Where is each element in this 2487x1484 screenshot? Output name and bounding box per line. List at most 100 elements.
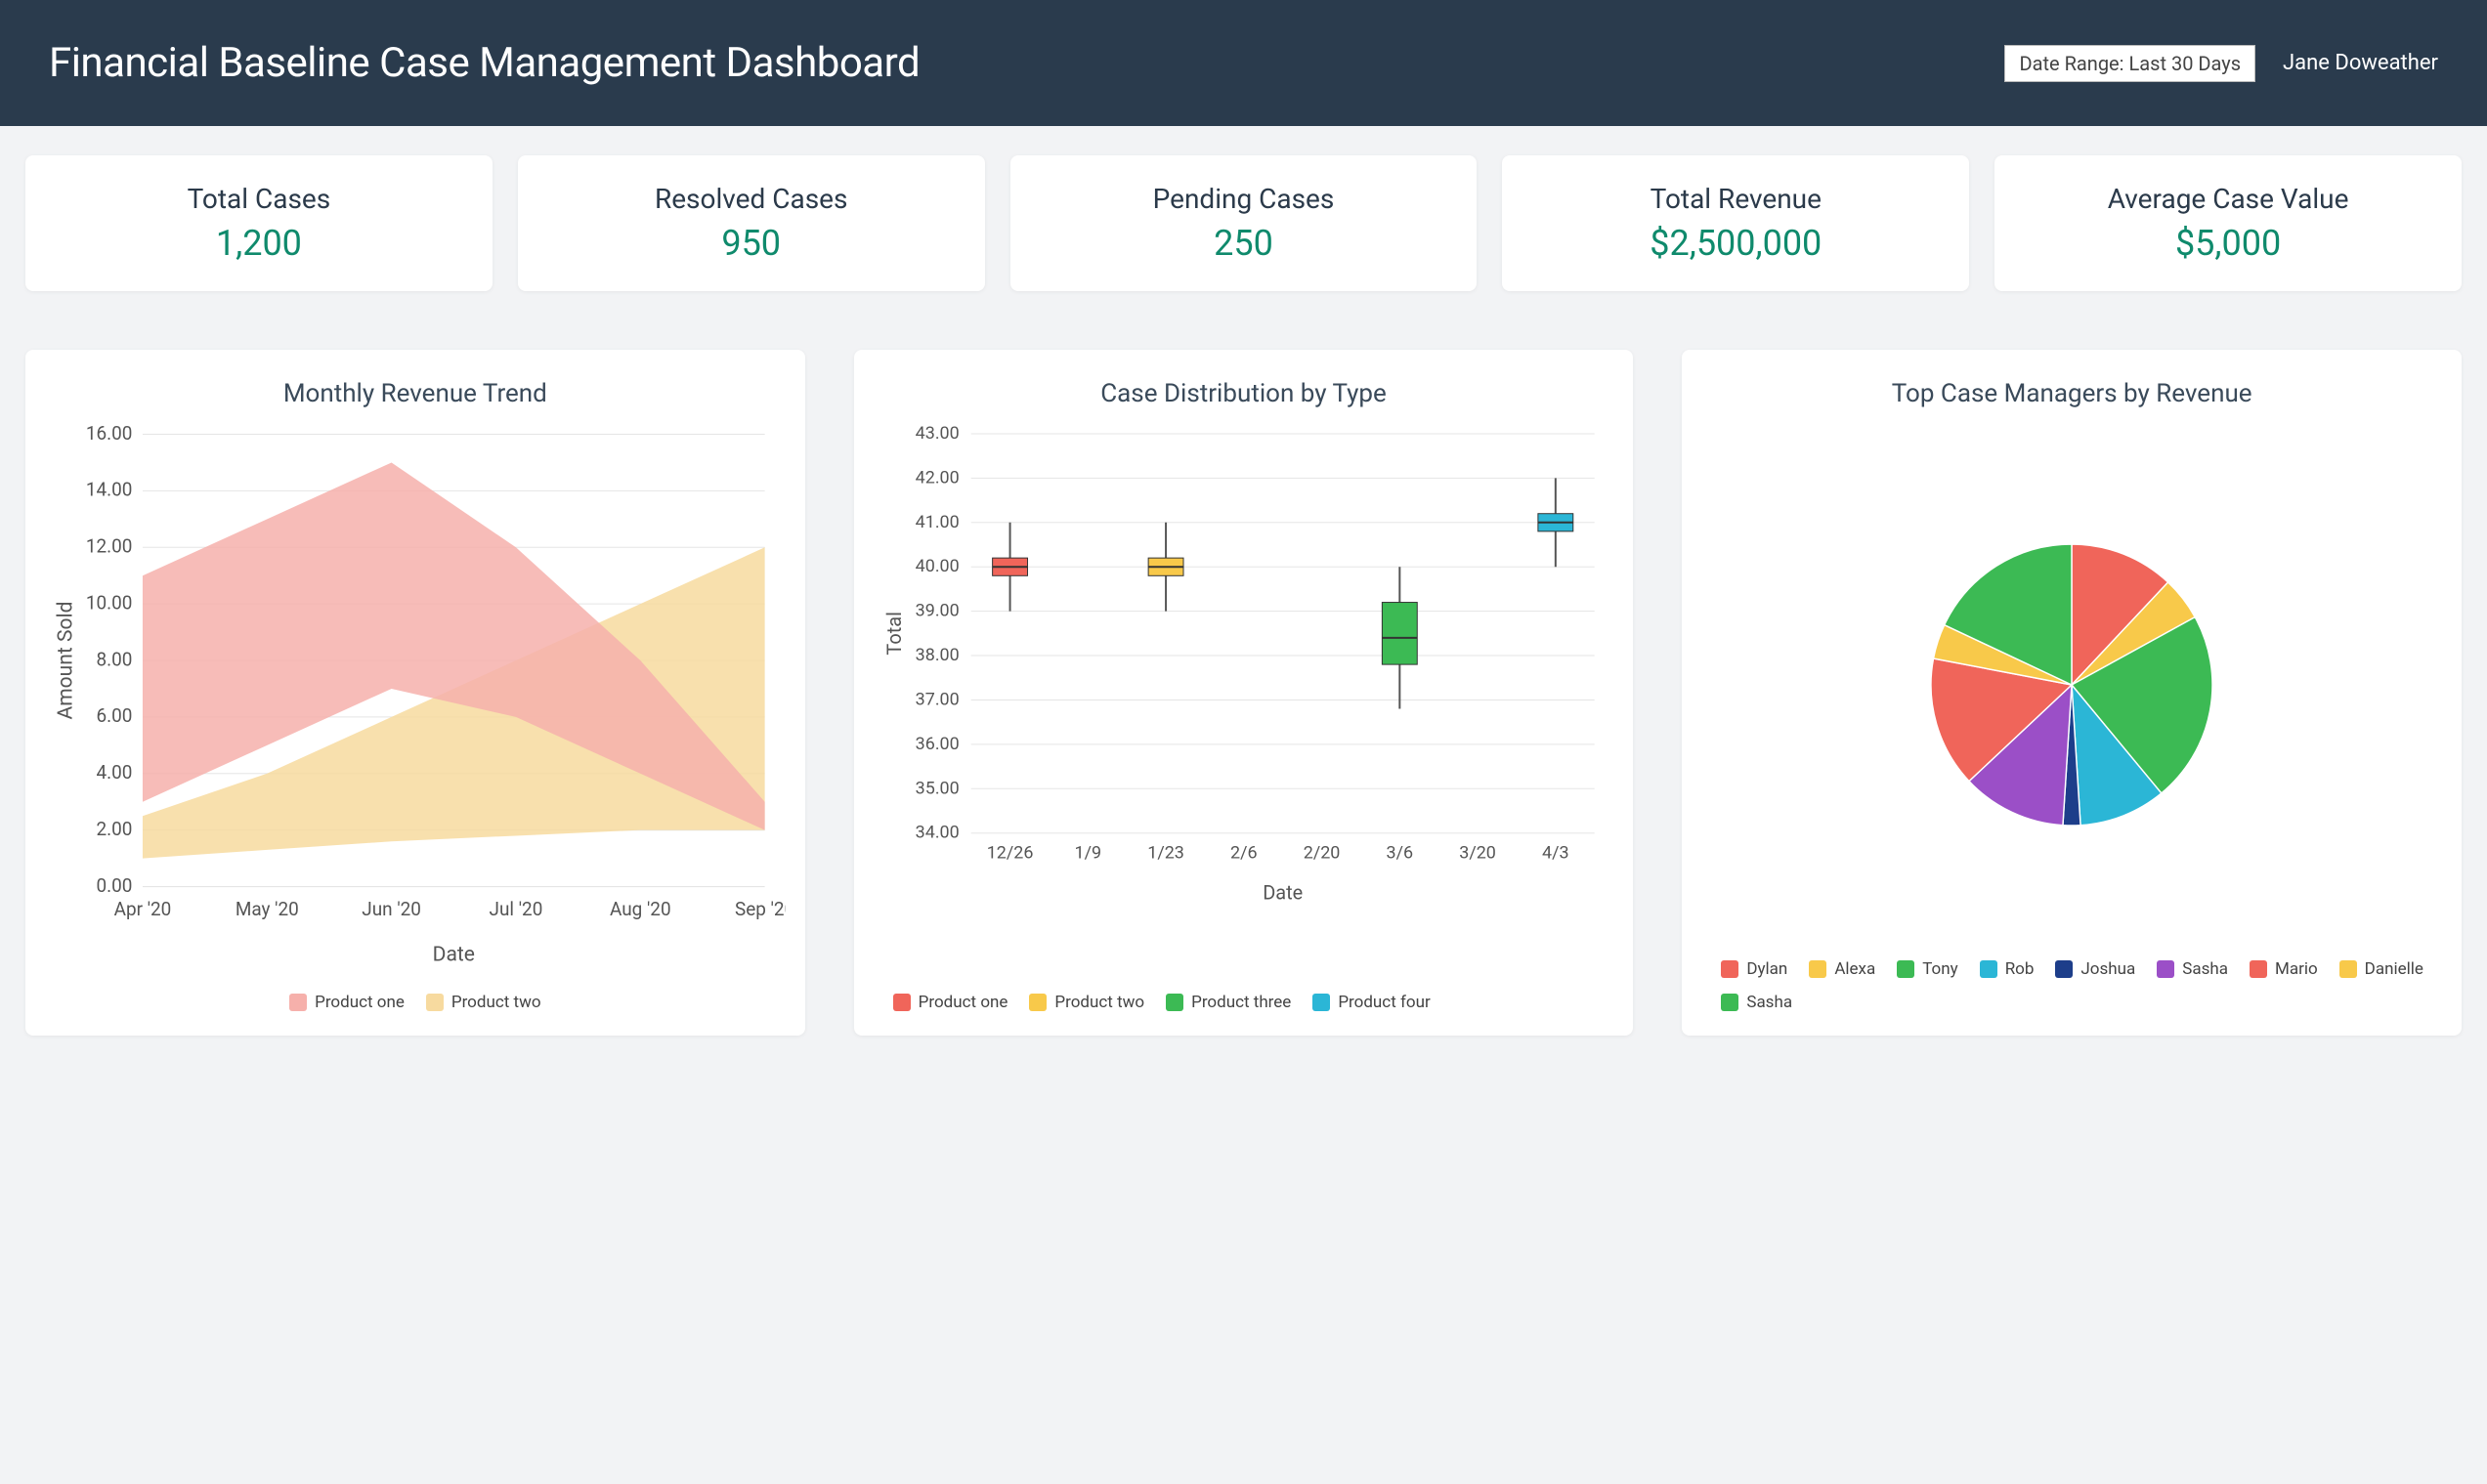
svg-text:6.00: 6.00 (97, 704, 133, 727)
legend-swatch (1029, 994, 1047, 1011)
legend-label: Dylan (1746, 959, 1787, 979)
kpi-title: Total Revenue (1512, 183, 1959, 215)
legend-label: Product two (1054, 993, 1144, 1012)
legend-label: Tony (1922, 959, 1957, 979)
svg-text:Sep '20: Sep '20 (735, 898, 786, 920)
legend-label: Sasha (2182, 959, 2228, 979)
legend-swatch (289, 994, 307, 1011)
svg-text:Jun '20: Jun '20 (362, 898, 421, 920)
svg-text:34.00: 34.00 (915, 823, 959, 843)
legend-label: Product three (1191, 993, 1291, 1012)
top-case-managers-card: Top Case Managers by Revenue Dylan Alexa T… (1682, 350, 2462, 1036)
case-distribution-card: Case Distribution by Type 34.00 35.00 36.0… (854, 350, 1634, 1036)
chart-row: Monthly Revenue Trend 0.002.004.006.008.… (0, 291, 2487, 1065)
svg-text:4.00: 4.00 (97, 761, 133, 784)
svg-text:40.00: 40.00 (915, 556, 959, 576)
kpi-value: 250 (1020, 223, 1468, 264)
legend-swatch (1166, 994, 1183, 1011)
legend-item[interactable]: Joshua (2055, 959, 2135, 979)
kpi-card: Total Revenue $2,500,000 (1502, 155, 1969, 291)
legend-swatch (1809, 960, 1826, 978)
svg-text:37.00: 37.00 (915, 689, 959, 709)
svg-text:3/6: 3/6 (1386, 843, 1413, 864)
legend-label: Rob (2005, 959, 2035, 979)
legend-item[interactable]: Sasha (1721, 993, 1792, 1012)
legend-label: Mario (2275, 959, 2318, 979)
date-range-selector[interactable]: Date Range: Last 30 Days (2004, 45, 2255, 82)
chart-body (1701, 424, 2442, 946)
chart-title: Monthly Revenue Trend (45, 379, 786, 408)
monthly-revenue-trend-card: Monthly Revenue Trend 0.002.004.006.008.… (25, 350, 805, 1036)
legend-swatch (2055, 960, 2073, 978)
legend-item[interactable]: Product two (426, 993, 541, 1012)
legend-label: Joshua (2080, 959, 2135, 979)
legend-swatch (1980, 960, 1997, 978)
kpi-card: Resolved Cases 950 (518, 155, 985, 291)
legend-swatch (1312, 994, 1330, 1011)
kpi-value: 1,200 (35, 223, 483, 264)
header-bar: Financial Baseline Case Management Dashb… (0, 0, 2487, 126)
svg-text:0.00: 0.00 (97, 874, 133, 897)
legend-item[interactable]: Rob (1980, 959, 2035, 979)
chart-legend: Product one Product two (45, 993, 786, 1012)
kpi-value: $2,500,000 (1512, 223, 1959, 264)
svg-text:14.00: 14.00 (86, 479, 133, 501)
kpi-row: Total Cases1,200Resolved Cases950Pending… (0, 126, 2487, 291)
legend-label: Product two (451, 993, 541, 1012)
legend-item[interactable]: Product three (1166, 993, 1291, 1012)
legend-swatch (1897, 960, 1914, 978)
legend-item[interactable]: Alexa (1809, 959, 1875, 979)
svg-text:38.00: 38.00 (915, 645, 959, 665)
legend-item[interactable]: Product one (289, 993, 405, 1012)
svg-text:12.00: 12.00 (86, 535, 133, 558)
legend-swatch (2157, 960, 2174, 978)
svg-text:4/3: 4/3 (1542, 843, 1569, 864)
chart-legend: Dylan Alexa Tony Rob Joshua Sasha Mario Daniell… (1701, 959, 2442, 1012)
chart-title: Case Distribution by Type (874, 379, 1614, 408)
svg-text:Date: Date (1263, 881, 1303, 904)
legend-item[interactable]: Danielle (2339, 959, 2423, 979)
svg-text:43.00: 43.00 (915, 424, 959, 444)
legend-label: Alexa (1834, 959, 1875, 979)
svg-text:8.00: 8.00 (97, 648, 133, 670)
kpi-card: Average Case Value $5,000 (1994, 155, 2462, 291)
svg-text:36.00: 36.00 (915, 734, 959, 754)
kpi-title: Average Case Value (2004, 183, 2452, 215)
kpi-card: Pending Cases 250 (1010, 155, 1478, 291)
legend-item[interactable]: Sasha (2157, 959, 2228, 979)
legend-swatch (2250, 960, 2267, 978)
legend-swatch (1721, 960, 1738, 978)
kpi-title: Pending Cases (1020, 183, 1468, 215)
legend-item[interactable]: Product one (893, 993, 1008, 1012)
legend-label: Danielle (2365, 959, 2423, 979)
box-chart: 34.0035.0036.0037.0038.0039.0040.0041.00… (874, 424, 1614, 911)
pie-chart (1896, 509, 2248, 861)
svg-text:1/23: 1/23 (1147, 843, 1184, 864)
chart-title: Top Case Managers by Revenue (1701, 379, 2442, 408)
legend-label: Product one (315, 993, 405, 1012)
legend-swatch (893, 994, 911, 1011)
svg-text:Aug '20: Aug '20 (610, 898, 671, 920)
svg-text:Apr '20: Apr '20 (114, 898, 172, 920)
legend-label: Product four (1338, 993, 1430, 1012)
svg-text:1/9: 1/9 (1074, 843, 1101, 864)
legend-item[interactable]: Product four (1312, 993, 1430, 1012)
legend-item[interactable]: Dylan (1721, 959, 1787, 979)
svg-text:10.00: 10.00 (86, 591, 133, 614)
chart-body: 0.002.004.006.008.0010.0012.0014.0016.00… (45, 424, 786, 979)
svg-text:3/20: 3/20 (1459, 843, 1496, 864)
legend-item[interactable]: Product two (1029, 993, 1144, 1012)
svg-text:2/6: 2/6 (1230, 843, 1258, 864)
user-name[interactable]: Jane Doweather (2283, 51, 2438, 75)
legend-item[interactable]: Mario (2250, 959, 2318, 979)
kpi-value: 950 (528, 223, 975, 264)
kpi-title: Resolved Cases (528, 183, 975, 215)
chart-body: 34.0035.0036.0037.0038.0039.0040.0041.00… (874, 424, 1614, 979)
svg-text:Amount Sold: Amount Sold (53, 602, 77, 720)
legend-item[interactable]: Tony (1897, 959, 1957, 979)
kpi-value: $5,000 (2004, 223, 2452, 264)
page-title: Financial Baseline Case Management Dashb… (49, 39, 920, 87)
legend-label: Product one (919, 993, 1008, 1012)
svg-text:35.00: 35.00 (915, 778, 959, 798)
svg-text:41.00: 41.00 (915, 512, 959, 532)
